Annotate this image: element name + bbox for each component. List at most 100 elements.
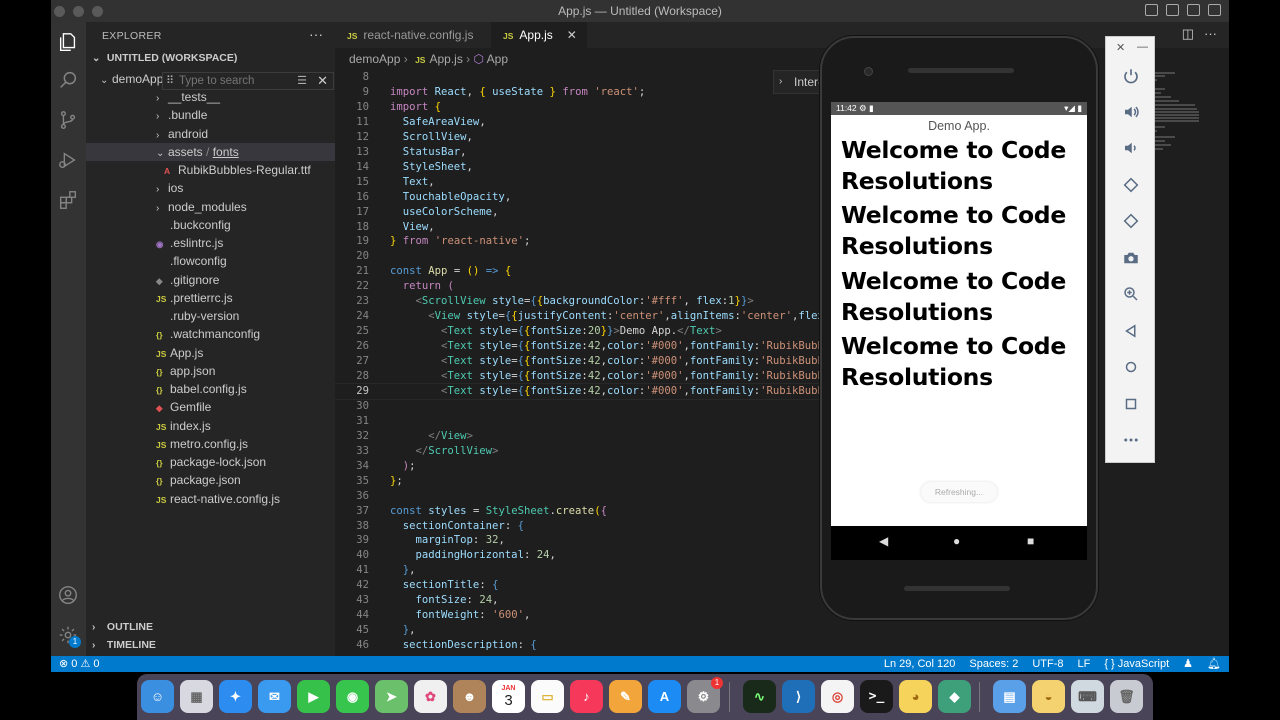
- tree-item[interactable]: › .bundle: [86, 106, 335, 124]
- code-line[interactable]: 31: [335, 414, 825, 429]
- android-studio-icon[interactable]: ◆: [938, 680, 971, 713]
- tree-item[interactable]: JS App.js: [86, 344, 335, 362]
- cursor-position[interactable]: Ln 29, Col 120: [884, 656, 956, 672]
- code-line[interactable]: 35};: [335, 474, 825, 489]
- more-options-icon[interactable]: [1119, 428, 1143, 452]
- code-line[interactable]: 44 fontWeight: '600',: [335, 608, 825, 623]
- code-line[interactable]: 18 View,: [335, 220, 825, 235]
- outline-section[interactable]: › OUTLINE: [92, 621, 153, 633]
- code-line[interactable]: 23 <ScrollView style={{backgroundColor:'…: [335, 294, 825, 309]
- app-store-icon[interactable]: A: [648, 680, 681, 713]
- zoom-icon[interactable]: [1119, 282, 1143, 306]
- overview-button-icon[interactable]: [1119, 392, 1143, 416]
- timeline-section[interactable]: › TIMELINE: [92, 639, 156, 651]
- more-actions-button[interactable]: ···: [309, 26, 323, 42]
- home-nav-icon[interactable]: ●: [953, 534, 960, 548]
- messages-icon[interactable]: ◉: [336, 680, 369, 713]
- tree-item[interactable]: › __tests__: [86, 88, 335, 106]
- customize-layout-icon[interactable]: [1208, 4, 1221, 16]
- tree-item[interactable]: › node_modules: [86, 198, 335, 216]
- tree-item[interactable]: ⌄ assets / fonts: [86, 142, 335, 161]
- safari-icon[interactable]: ✦: [219, 680, 252, 713]
- code-line[interactable]: 37 const styles = StyleSheet.create({: [335, 504, 825, 519]
- rotate-right-icon[interactable]: [1119, 209, 1143, 233]
- tree-item[interactable]: JS .prettierrc.js: [86, 289, 335, 307]
- recents-nav-icon[interactable]: ■: [1027, 534, 1034, 548]
- extensions-icon[interactable]: [56, 188, 80, 212]
- mail-icon[interactable]: ✉: [258, 680, 291, 713]
- code-line[interactable]: 11 SafeAreaView,: [335, 115, 825, 130]
- workspace-section[interactable]: ⌄ UNTITLED (WORKSPACE): [92, 52, 237, 64]
- terminal-icon[interactable]: >_: [860, 680, 893, 713]
- split-editor-icon[interactable]: ◫: [1182, 26, 1194, 42]
- tree-item[interactable]: {} package.json: [86, 471, 335, 489]
- tab-react-native-config[interactable]: JS react-native.config.js: [335, 22, 491, 48]
- tree-item[interactable]: A RubikBubbles-Regular.ttf: [86, 161, 335, 179]
- tree-item[interactable]: {} app.json: [86, 362, 335, 380]
- code-line[interactable]: 21 const App = () => {: [335, 264, 825, 279]
- run-debug-icon[interactable]: [56, 148, 80, 172]
- notes-icon[interactable]: ▭: [531, 680, 564, 713]
- rotate-left-icon[interactable]: [1119, 173, 1143, 197]
- minimize-emulator-icon[interactable]: —: [1137, 41, 1148, 53]
- back-button-icon[interactable]: [1119, 319, 1143, 343]
- close-tab-icon[interactable]: ✕: [567, 28, 577, 42]
- tree-item[interactable]: {} package-lock.json: [86, 453, 335, 471]
- tree-item[interactable]: .buckconfig: [86, 216, 335, 234]
- breadcrumb-symbol[interactable]: App: [487, 52, 508, 66]
- toggle-panel-icon[interactable]: [1166, 4, 1179, 16]
- keyboard-viewer-icon[interactable]: ⌨: [1071, 680, 1104, 713]
- tree-item[interactable]: ◆ Gemfile: [86, 398, 335, 416]
- volume-up-icon[interactable]: [1119, 100, 1143, 124]
- close-filter-icon[interactable]: ✕: [317, 73, 328, 89]
- code-line[interactable]: 41 },: [335, 563, 825, 578]
- indentation[interactable]: Spaces: 2: [969, 656, 1018, 672]
- code-line[interactable]: 10 import {: [335, 100, 825, 115]
- drag-handle-icon[interactable]: ⠿: [166, 74, 174, 87]
- activity-monitor-icon[interactable]: ∿: [743, 680, 776, 713]
- code-line[interactable]: 38 sectionContainer: {: [335, 519, 825, 534]
- code-line[interactable]: 30: [335, 399, 825, 414]
- code-line[interactable]: 25 <Text style={{fontSize:20}}>Demo App.…: [335, 324, 825, 339]
- tree-item[interactable]: JS index.js: [86, 417, 335, 435]
- tree-item[interactable]: {} babel.config.js: [86, 380, 335, 398]
- home-button-icon[interactable]: [1119, 355, 1143, 379]
- account-icon[interactable]: [56, 583, 80, 607]
- breadcrumb-folder[interactable]: demoApp: [349, 52, 400, 66]
- code-line[interactable]: 36: [335, 489, 825, 504]
- trash-icon[interactable]: 🗑︎: [1110, 680, 1143, 713]
- explorer-icon[interactable]: [56, 30, 80, 54]
- tree-item[interactable]: .flowconfig: [86, 252, 335, 270]
- code-line[interactable]: 29 <Text style={{fontSize:42,color:'#000…: [335, 382, 825, 400]
- code-line[interactable]: 17 useColorScheme,: [335, 205, 825, 220]
- emulator-screen[interactable]: 11:42 ⚙ ▮ ▾◢ ▮ Demo App. Welcome to Code…: [831, 102, 1087, 526]
- filter-icon[interactable]: ☰: [297, 74, 307, 87]
- code-line[interactable]: 27 <Text style={{fontSize:42,color:'#000…: [335, 354, 825, 369]
- code-line[interactable]: 46 sectionDescription: {: [335, 638, 825, 653]
- code-line[interactable]: 45 },: [335, 623, 825, 638]
- back-nav-icon[interactable]: ◀: [879, 534, 888, 548]
- close-emulator-icon[interactable]: ✕: [1116, 41, 1125, 54]
- toggle-sidebar-icon[interactable]: [1145, 4, 1158, 16]
- keynote-icon[interactable]: ✎: [609, 680, 642, 713]
- code-line[interactable]: 42 sectionTitle: {: [335, 578, 825, 593]
- utility-icon[interactable]: ◒: [1032, 680, 1065, 713]
- launchpad-icon[interactable]: ▦: [180, 680, 213, 713]
- code-line[interactable]: 40 paddingHorizontal: 24,: [335, 548, 825, 563]
- maps-icon[interactable]: ➤: [375, 680, 408, 713]
- contacts-icon[interactable]: ☻: [453, 680, 486, 713]
- code-line[interactable]: 33 </ScrollView>: [335, 444, 825, 459]
- downloads-folder-icon[interactable]: ▤: [993, 680, 1026, 713]
- encoding[interactable]: UTF-8: [1032, 656, 1063, 672]
- photos-icon[interactable]: ✿: [414, 680, 447, 713]
- tree-item[interactable]: ◆ .gitignore: [86, 271, 335, 289]
- code-line[interactable]: 26 <Text style={{fontSize:42,color:'#000…: [335, 339, 825, 354]
- finder-icon[interactable]: ☺: [141, 680, 174, 713]
- cyberduck-icon[interactable]: ◕: [899, 680, 932, 713]
- code-line[interactable]: 15 Text,: [335, 175, 825, 190]
- tree-item[interactable]: .ruby-version: [86, 307, 335, 325]
- code-line[interactable]: 24 <View style={{justifyContent:'center'…: [335, 309, 825, 324]
- screenshot-camera-icon[interactable]: [1119, 246, 1143, 270]
- code-line[interactable]: 43 fontSize: 24,: [335, 593, 825, 608]
- end-of-line[interactable]: LF: [1077, 656, 1090, 672]
